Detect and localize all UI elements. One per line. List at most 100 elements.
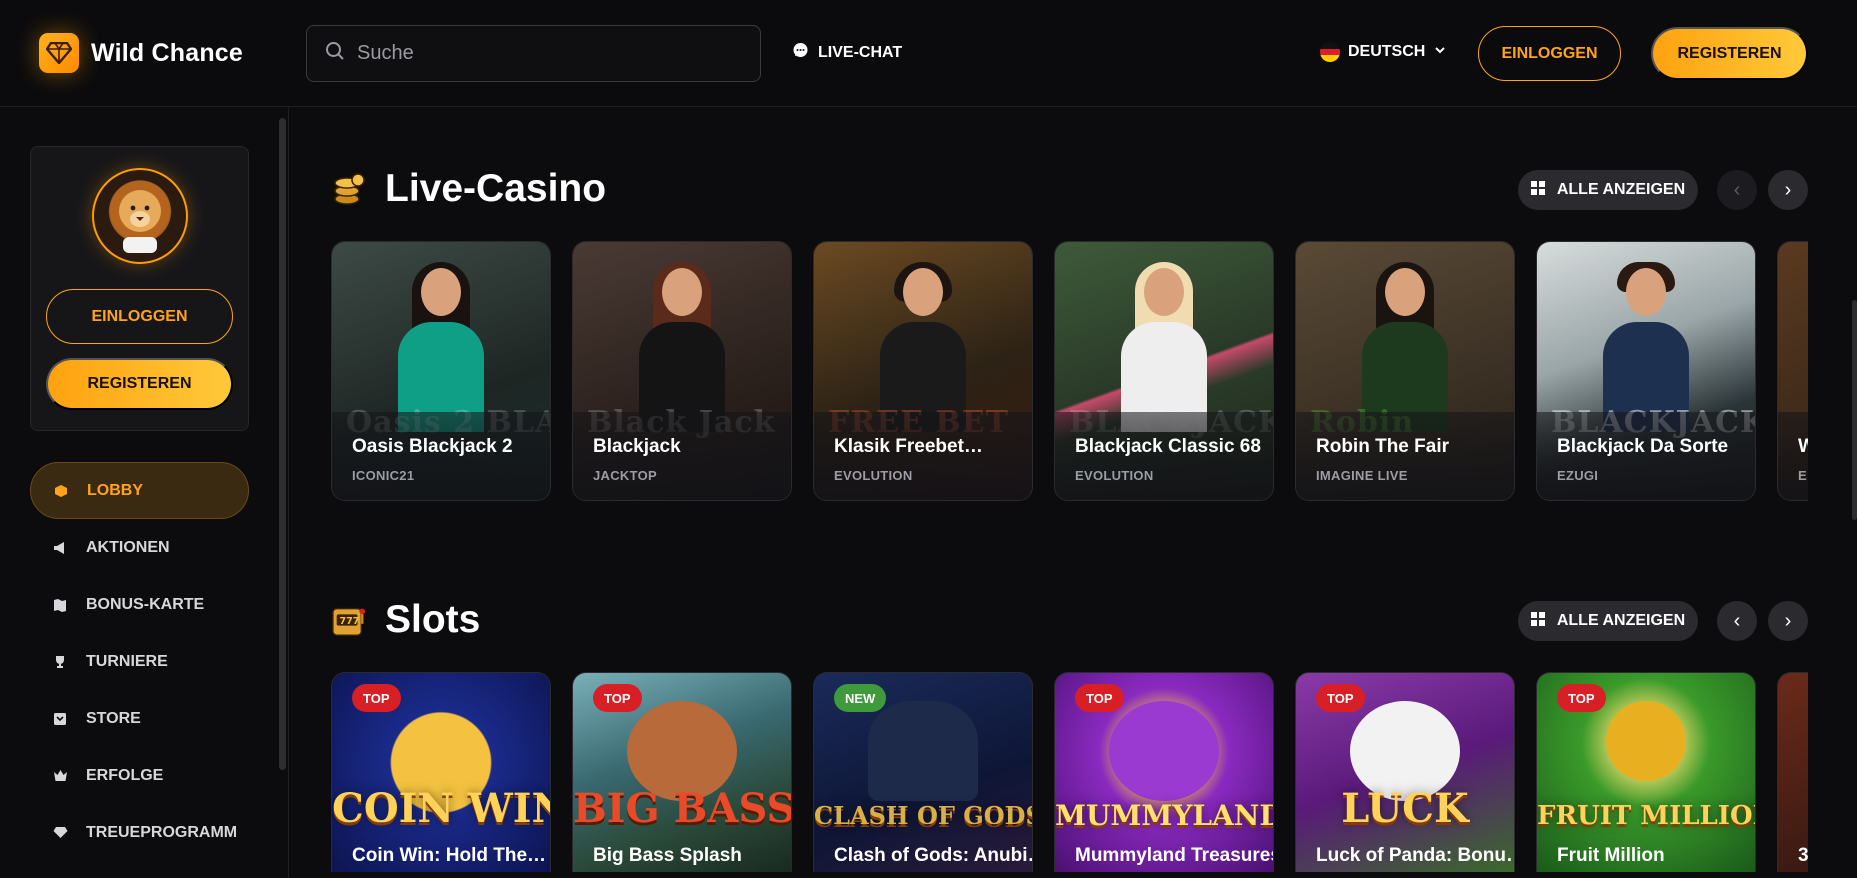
language-label: DEUTSCH <box>1348 43 1426 60</box>
top-bar: Wild Chance LIVE-CHAT DEUTSCH EINLOGGEN … <box>0 0 1857 107</box>
svg-text:777: 777 <box>340 616 360 627</box>
anubis-image <box>868 701 978 801</box>
live-casino-carousel: Oasis 2 BLACKJACK Oasis Blackjack 2 ICON… <box>331 241 1808 503</box>
slot-machine-icon: 777 <box>331 602 367 638</box>
dealer-image <box>1362 262 1448 432</box>
sidebar-item-erfolge[interactable]: ERFOLGE <box>30 747 249 804</box>
game-card[interactable]: 3 <box>1777 672 1808 872</box>
game-card[interactable]: TOP LUCK Luck of Panda: Bonu… <box>1295 672 1515 872</box>
game-card[interactable]: FREE BET Klasik Freebet… EVOLUTION <box>813 241 1033 501</box>
sidebar-register-button[interactable]: REGISTEREN <box>46 358 233 410</box>
game-name: Blackjack <box>593 436 681 457</box>
show-all-label: ALLE ANZEIGEN <box>1556 181 1686 198</box>
sidebar-item-label: ERFOLGE <box>86 766 164 784</box>
game-provider: EVOLUTION <box>834 468 913 483</box>
section-title: Live-Casino <box>385 167 607 210</box>
game-name: Robin The Fair <box>1316 436 1449 457</box>
diamond-icon <box>52 825 68 841</box>
sidebar-item-treueprogramm[interactable]: TREUEPROGRAMM <box>30 804 249 861</box>
game-card[interactable]: Robin Robin The Fair IMAGINE LIVE <box>1295 241 1515 501</box>
sidebar-item-aktionen[interactable]: AKTIONEN <box>30 519 249 576</box>
header-login-button[interactable]: EINLOGGEN <box>1478 26 1621 81</box>
sidebar-item-label: AKTIONEN <box>86 538 170 556</box>
sidebar-item-turniere[interactable]: TURNIERE <box>30 633 249 690</box>
new-badge: NEW <box>834 684 887 712</box>
game-card[interactable]: W E <box>1777 241 1808 501</box>
sidebar-item-label: BONUS-KARTE <box>86 595 205 613</box>
sidebar-item-lobby[interactable]: LOBBY <box>30 462 249 519</box>
game-art-title: LUCK <box>1341 785 1469 832</box>
language-selector[interactable]: DEUTSCH <box>1320 42 1447 62</box>
sidebar-nav: LOBBY AKTIONEN BONUS-KARTE TURNIERE STOR… <box>30 462 249 861</box>
slots-next-button[interactable]: › <box>1768 601 1808 641</box>
top-badge: TOP <box>1316 684 1365 712</box>
cube-icon <box>53 483 69 499</box>
sidebar-item-label: STORE <box>86 709 141 727</box>
game-card[interactable]: Black Jack Blackjack JACKTOP <box>572 241 792 501</box>
header-register-button[interactable]: REGISTEREN <box>1651 27 1808 80</box>
top-badge: TOP <box>352 684 401 712</box>
game-provider: IMAGINE LIVE <box>1316 468 1408 483</box>
game-art-title: CLASH OF GODS <box>814 801 1033 830</box>
german-flag-icon <box>1320 42 1340 62</box>
game-name: Blackjack Da Sorte <box>1557 436 1729 457</box>
slots-prev-button[interactable]: ‹ <box>1717 601 1757 641</box>
game-name: Coin Win: Hold The… <box>352 845 547 866</box>
slots-header: 777 Slots <box>331 598 480 642</box>
game-name: Blackjack Classic 68 <box>1075 436 1261 457</box>
top-badge: TOP <box>593 684 642 712</box>
search-input[interactable] <box>357 42 737 65</box>
chevron-left-icon: ‹ <box>1733 178 1741 201</box>
game-name: Fruit Million <box>1557 845 1665 866</box>
live-casino-prev-button[interactable]: ‹ <box>1717 170 1757 210</box>
game-art-title: BIG BASS <box>573 785 792 832</box>
game-art-title: COIN WIN <box>332 785 551 832</box>
crown-icon <box>52 768 68 784</box>
sidebar-item-bonus-karte[interactable]: BONUS-KARTE <box>30 576 249 633</box>
live-chat-link[interactable]: LIVE-CHAT <box>792 42 902 64</box>
map-icon <box>52 597 68 613</box>
casino-chips-icon <box>331 171 367 207</box>
game-card[interactable]: Oasis 2 BLACKJACK Oasis Blackjack 2 ICON… <box>331 241 551 501</box>
game-name: Luck of Panda: Bonu… <box>1316 845 1515 866</box>
game-card[interactable]: TOP BIG BASS Big Bass Splash <box>572 672 792 872</box>
brand-name: Wild Chance <box>91 38 243 67</box>
sidebar-scrollbar[interactable] <box>279 118 286 770</box>
live-chat-label: LIVE-CHAT <box>818 44 903 61</box>
chevron-right-icon: › <box>1784 609 1792 632</box>
live-casino-next-button[interactable]: › <box>1768 170 1808 210</box>
game-provider: EVOLUTION <box>1075 468 1154 483</box>
sidebar-login-button[interactable]: EINLOGGEN <box>46 289 233 344</box>
sidebar-item-label: TREUEPROGRAMM <box>86 823 238 841</box>
section-title: Slots <box>385 598 481 641</box>
show-all-label: ALLE ANZEIGEN <box>1556 612 1686 629</box>
sidebar-item-store[interactable]: STORE <box>30 690 249 747</box>
game-card[interactable]: TOP FRUIT MILLION Fruit Million <box>1536 672 1756 872</box>
slots-show-all-button[interactable]: ALLE ANZEIGEN <box>1518 601 1698 641</box>
dealer-image <box>1603 262 1689 432</box>
search-box[interactable] <box>306 25 761 82</box>
top-badge: TOP <box>1075 684 1124 712</box>
brand-logo[interactable]: Wild Chance <box>39 33 243 73</box>
game-card[interactable]: BLACKJACK Blackjack Da Sorte EZUGI <box>1536 241 1756 501</box>
megaphone-icon <box>52 540 68 556</box>
game-provider: E <box>1798 468 1807 483</box>
game-art-title: FRUIT MILLION <box>1537 801 1756 831</box>
guest-profile-card: EINLOGGEN REGISTEREN <box>30 146 249 431</box>
bee-image <box>1606 701 1686 781</box>
search-icon <box>325 41 345 66</box>
dealer-image <box>398 262 484 432</box>
grid-icon <box>1530 180 1545 200</box>
dealer-image <box>880 262 966 432</box>
game-name: Mummyland Treasures <box>1075 845 1274 866</box>
diamond-logo-icon <box>39 33 79 73</box>
chevron-left-icon: ‹ <box>1733 609 1741 632</box>
game-card[interactable]: TOP COIN WIN Coin Win: Hold The… <box>331 672 551 872</box>
game-card[interactable]: BLACKJACK Blackjack Classic 68 EVOLUTION <box>1054 241 1274 501</box>
live-casino-show-all-button[interactable]: ALLE ANZEIGEN <box>1518 170 1698 210</box>
game-name: Big Bass Splash <box>593 845 742 866</box>
page-scrollbar[interactable] <box>1852 300 1857 520</box>
game-card[interactable]: TOP MUMMYLAND Mummyland Treasures <box>1054 672 1274 872</box>
game-card[interactable]: NEW CLASH OF GODS Clash of Gods: Anubi… <box>813 672 1033 872</box>
grid-icon <box>1530 611 1545 631</box>
